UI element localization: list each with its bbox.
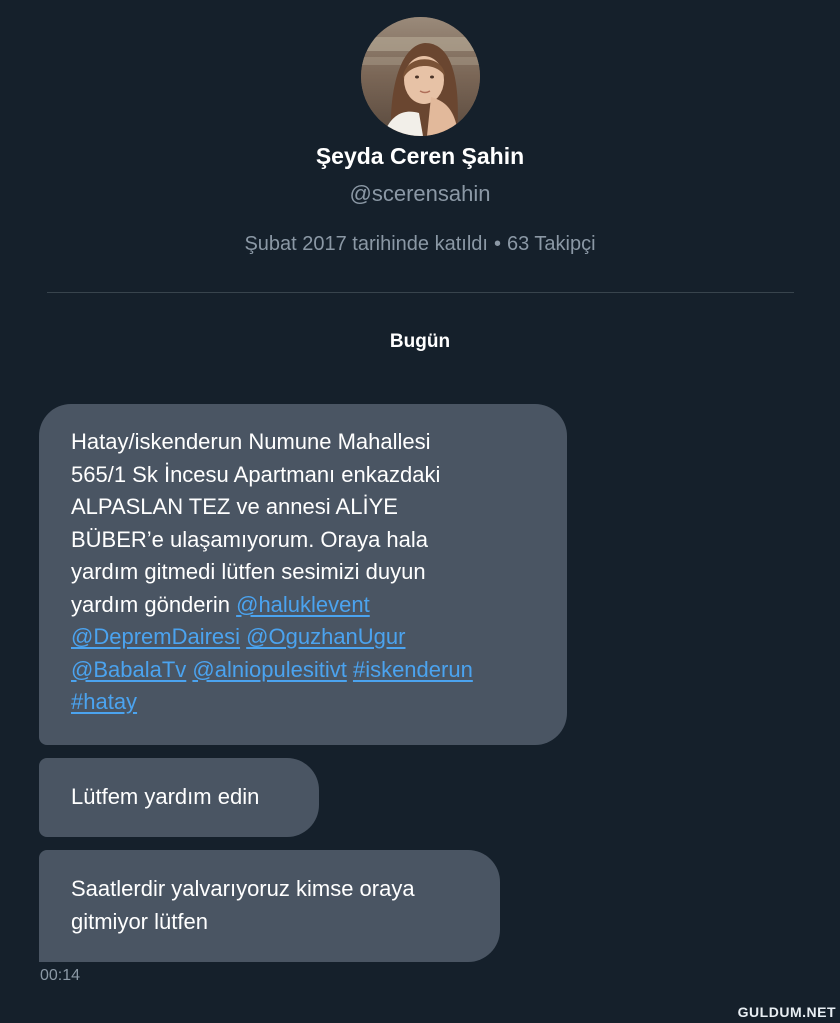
hashtag-link-iskenderun[interactable]: #iskenderun [353,657,473,682]
message-text-line: yardım gitmedi lütfen sesimizi duyun [71,559,426,584]
meta-separator: • [493,233,501,255]
message-text-line: Lütfem yardım edin [71,784,260,809]
day-label: Bugün [389,331,451,352]
watermark-logo: GULDUM.NET [737,1004,836,1020]
message-text-line: 565/1 Sk İncesu Apartmanı enkazdaki [71,461,441,487]
profile-meta: Şubat 2017 tarihinde katıldı • 63 Takipçi [0,233,840,256]
mention-link-haluklevent[interactable]: @haluklevent [236,592,370,617]
message-text-line: @BabalaTv @alniopulesitivt #iskenderun [71,654,537,687]
avatar[interactable] [361,17,480,136]
message-text-line: Hatay/iskenderun Numune Mahallesi [71,429,431,454]
message-timestamp: 00:14 [40,967,81,984]
followers-count[interactable]: 63 Takipçi [507,233,596,255]
hashtag-link-hatay[interactable]: #hatay [71,689,137,714]
message-text-line: ALPASLAN TEZ ve annesi ALİYE [71,494,398,519]
mention-link-depremdairesi[interactable]: @DepremDairesi [71,624,240,649]
mention-link-alniopulesitivt[interactable]: @alniopulesitivt [192,657,346,682]
avatar-photo [361,17,480,136]
message-bubble[interactable]: Lütfem yardım edin [39,758,319,837]
message-bubble[interactable]: Hatay/iskenderun Numune Mahallesi 565/1 … [39,404,567,745]
header-divider [47,292,794,293]
message-bubble[interactable]: Saatlerdir yalvarıyoruz kimse oraya gitm… [39,850,500,962]
message-text-line: yardım gönderin @haluklevent [71,589,537,622]
message-text-line: Saatlerdir yalvarıyoruz kimse oraya [71,876,415,901]
mention-link-babalatv[interactable]: @BabalaTv [71,657,186,682]
message-text-line: @DepremDairesi @OguzhanUgur [71,621,537,654]
mention-link-oguzhanugur[interactable]: @OguzhanUgur [246,624,405,649]
profile-name[interactable]: Şeyda Ceren Şahin [0,143,840,170]
message-text-fragment: yardım gönderin [71,591,230,617]
profile-handle[interactable]: @scerensahin [0,181,840,207]
message-text-line: BÜBER’e ulaşamıyorum. Oraya hala [71,526,429,552]
message-text-line: #hatay [71,686,537,719]
message-text-line: gitmiyor lütfen [71,908,208,934]
join-date: Şubat 2017 tarihinde katıldı [244,233,488,255]
